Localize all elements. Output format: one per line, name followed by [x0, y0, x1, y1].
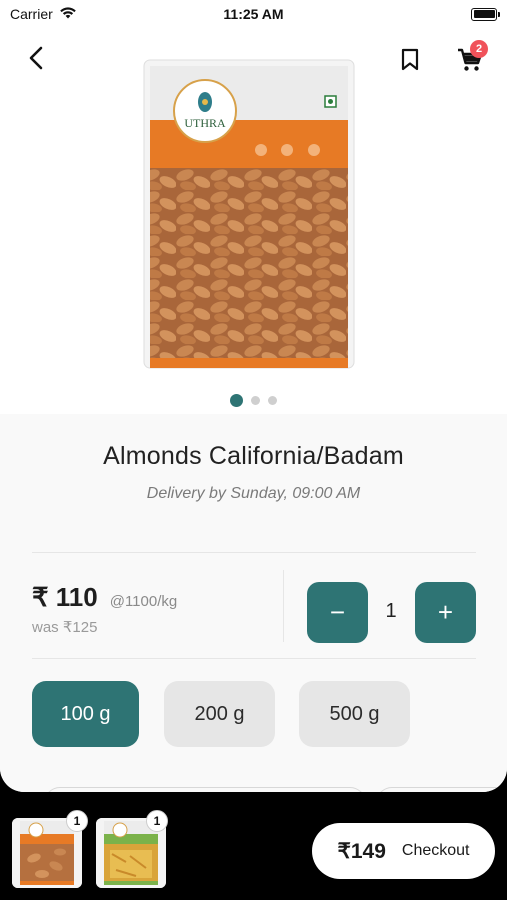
- increase-quantity-button[interactable]: +: [415, 582, 476, 643]
- carousel-dot[interactable]: [251, 396, 260, 405]
- bookmark-icon: [401, 48, 419, 71]
- divider: [283, 570, 284, 642]
- size-option-500g[interactable]: 500 g: [299, 681, 410, 747]
- battery-icon: [471, 7, 500, 21]
- minus-icon: −: [329, 597, 346, 627]
- unit-price: @1100/kg: [109, 593, 178, 610]
- back-button[interactable]: [18, 40, 54, 76]
- cart-total: ₹149: [337, 839, 386, 863]
- original-price: was ₹125: [32, 619, 98, 636]
- product-details-panel: Almonds California/Badam Delivery by Sun…: [0, 414, 507, 792]
- status-time: 11:25 AM: [223, 6, 284, 22]
- carousel-dots: [0, 394, 507, 407]
- product-detail-screen: Carrier 11:25 AM 2 UTHRA Almonds Califor…: [0, 0, 507, 792]
- cart-item-qty-badge: 1: [146, 810, 168, 832]
- quantity-value: 1: [385, 600, 397, 622]
- bookmark-button[interactable]: [394, 42, 426, 78]
- brand-logo-text: UTHRA: [184, 116, 226, 130]
- product-image[interactable]: UTHRA: [142, 58, 356, 372]
- cart-item-qty-badge: 1: [66, 810, 88, 832]
- divider: [32, 552, 476, 553]
- price: ₹ 110: [32, 582, 98, 612]
- checkout-button[interactable]: ₹149 Checkout: [312, 823, 495, 879]
- cart-count-badge: 2: [470, 40, 488, 58]
- delivery-estimate: Delivery by Sunday, 09:00 AM: [146, 485, 361, 502]
- product-title: Almonds California/Badam: [103, 442, 404, 470]
- price-row: ₹ 110 @1100/kg: [32, 582, 177, 613]
- checkout-label: Checkout: [401, 842, 470, 859]
- size-option-100g[interactable]: 100 g: [32, 681, 139, 747]
- divider: [32, 658, 476, 659]
- cart-button[interactable]: 2: [450, 40, 490, 80]
- status-bar: Carrier 11:25 AM: [0, 0, 507, 28]
- size-option-200g[interactable]: 200 g: [164, 681, 275, 747]
- decrease-quantity-button[interactable]: −: [307, 582, 368, 643]
- carousel-dot[interactable]: [268, 396, 277, 405]
- carousel-dot[interactable]: [230, 394, 243, 407]
- chevron-left-icon: [29, 46, 43, 70]
- plus-icon: +: [437, 597, 454, 627]
